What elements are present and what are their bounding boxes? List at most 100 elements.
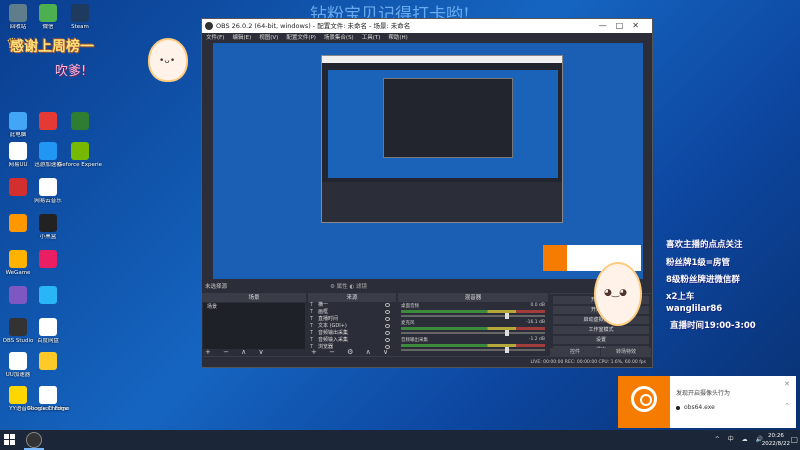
props-filters-toggle[interactable]: ⚙ 属性 ◐ 滤镜 [330,281,367,293]
visibility-eye-icon[interactable] [385,303,390,307]
desktop-icon[interactable] [58,112,102,132]
app-icon [39,142,57,160]
app-icon [39,214,57,232]
menu-item[interactable]: 视图(V) [259,33,278,43]
obs-statusbar: LIVE: 00:00:00 REC: 00:00:00 CPU: 1.6%, … [202,356,652,367]
source-label: 直播时间 [318,316,339,322]
desktop-icon[interactable]: 小黑盒 [26,214,70,241]
mascot-avatar [148,38,188,82]
app-icon [9,286,27,304]
volume-slider[interactable] [401,347,545,353]
obs-taskbar-icon[interactable] [26,432,42,448]
desktop-icon-label: 网易云音乐 [34,198,62,204]
source-item[interactable]: 音频输入采集 [308,337,396,344]
source-status-strip: 未选择源 ⚙ 属性 ◐ 滤镜 [202,281,652,293]
app-icon [39,178,57,196]
close-icon[interactable]: ✕ [784,380,790,388]
menu-item[interactable]: 场景集合(S) [324,33,354,43]
channel-name: 音频输出采集 [401,338,428,343]
visibility-eye-icon[interactable] [385,324,390,328]
app-icon [71,112,89,130]
desktop-icon[interactable] [26,352,70,372]
thanks-banner: 感谢上周榜一 [10,39,94,55]
app-icon [9,178,27,196]
desktop-icon-label: 此电脑 [9,132,27,138]
mixer-channel: 音频输出采集 -1.2 dB [398,336,548,353]
deeper-nested-window [383,78,513,158]
volume-slider[interactable] [401,330,545,336]
desktop-icon[interactable] [26,286,70,306]
obs-logo-icon [205,22,213,30]
desktop-icon[interactable]: 百度网盘 [26,318,70,345]
desktop-icon[interactable]: Geforce Experience [58,142,102,169]
desktop-icon-label: UU加速器 [5,372,31,378]
obs-titlebar[interactable]: OBS 26.0.2 (64-bit, windows) - 配置文件: 未命名… [202,19,652,33]
control-button[interactable]: 工作室模式 [553,326,649,334]
app-icon [9,250,27,268]
menu-item[interactable]: 工具(T) [362,33,381,43]
control-button[interactable]: 设置 [553,336,649,344]
camera-alert-icon [618,376,670,428]
visibility-eye-icon[interactable] [385,331,390,335]
source-item[interactable]: 文本 (GDI+) [308,323,396,330]
visibility-eye-icon[interactable] [385,338,390,342]
mixer-dock-title: 混音器 [398,294,548,302]
notification-center-icon[interactable]: ▢ [790,435,798,444]
wechat-group-info: 8级粉丝牌进微信群 [666,275,740,285]
no-source-selected: 未选择源 [205,284,228,290]
app-icon [39,112,57,130]
app-icon [39,352,57,370]
fan-badge-info: 粉丝牌1级=房管 [666,258,731,268]
taskbar-clock[interactable]: 20:26 2022/8/22 [762,432,790,448]
volume-meter [401,344,545,347]
desktop-icon[interactable]: 网易云音乐 [26,178,70,205]
taskbar: ^ 中 ☁ 🔊 20:26 2022/8/22 ▢ [0,430,800,450]
desktop-icon-label: Google Chrome [26,406,70,412]
source-item[interactable]: 直播时间 [308,316,396,323]
sources-dock: 来源 横一画框直播时间文本 (GDI+)音频输出采集音频输入采集浏览器 + − … [308,293,396,357]
source-item[interactable]: 横一 [308,302,396,309]
visibility-eye-icon[interactable] [385,310,390,314]
clock-date: 2022/8/22 [761,441,790,447]
mixer-dock: 混音器 桌面音频 0.0 dB 麦克风 -16.1 dB 音频输出采集 -1.2 dB [398,293,548,357]
menu-item[interactable]: 帮助(H) [388,33,407,43]
system-tray[interactable]: ^ 中 ☁ 🔊 [715,430,766,450]
camera-notification[interactable]: 发现开启摄像头行为 obs64.exe ✕ ⌃ [618,376,796,428]
app-icon [9,4,27,22]
desktop-icon-label: Geforce Experience [58,162,102,168]
nested-titlebar [322,56,562,63]
source-item[interactable]: 音频输出采集 [308,330,396,337]
notification-process: obs64.exe [676,404,715,411]
menu-item[interactable]: 配置文件(P) [286,33,316,43]
nested-docks [322,182,562,222]
obs-menubar: 文件(F) 编辑(E) 视图(V) 配置文件(P) 场景集合(S) 工具(T) 帮助(H) [202,33,652,43]
desktop-icon-label: WeGame [5,270,31,276]
desktop-icon-label: 百度网盘 [36,338,59,344]
desktop-icon[interactable]: Steam [58,4,102,31]
app-icon [9,352,27,370]
app-icon [39,4,57,22]
mixer-channel: 麦克风 -16.1 dB [398,319,548,336]
channel-name: 麦克风 [401,321,415,326]
channel-db: -1.2 dB [528,337,545,342]
menu-item[interactable]: 文件(F) [206,33,224,43]
source-item[interactable]: 画框 [308,309,396,316]
chevron-up-icon[interactable]: ⌃ [784,402,790,410]
scenes-dock-title: 场景 [202,294,306,302]
obs-preview-canvas[interactable] [213,43,643,279]
desktop-icon-label: 小黑盒 [39,234,57,240]
app-icon [39,386,57,404]
scene-item[interactable]: 场景 [204,303,304,311]
nested-obs-window [321,55,563,223]
menu-item[interactable]: 编辑(E) [232,33,251,43]
source-label: 文本 (GDI+) [318,323,347,329]
volume-slider[interactable] [401,313,545,319]
source-label: 音频输入采集 [318,337,349,343]
mixer-channels: 桌面音频 0.0 dB 麦克风 -16.1 dB 音频输出采集 -1.2 dB [398,302,548,353]
window-controls[interactable]: —□✕ [599,19,648,33]
visibility-eye-icon[interactable] [385,317,390,321]
desktop-icon[interactable]: Google Chrome [26,386,70,413]
windows-start-icon[interactable] [4,434,16,446]
desktop-icon[interactable] [26,250,70,270]
streamer-avatar [594,262,642,326]
